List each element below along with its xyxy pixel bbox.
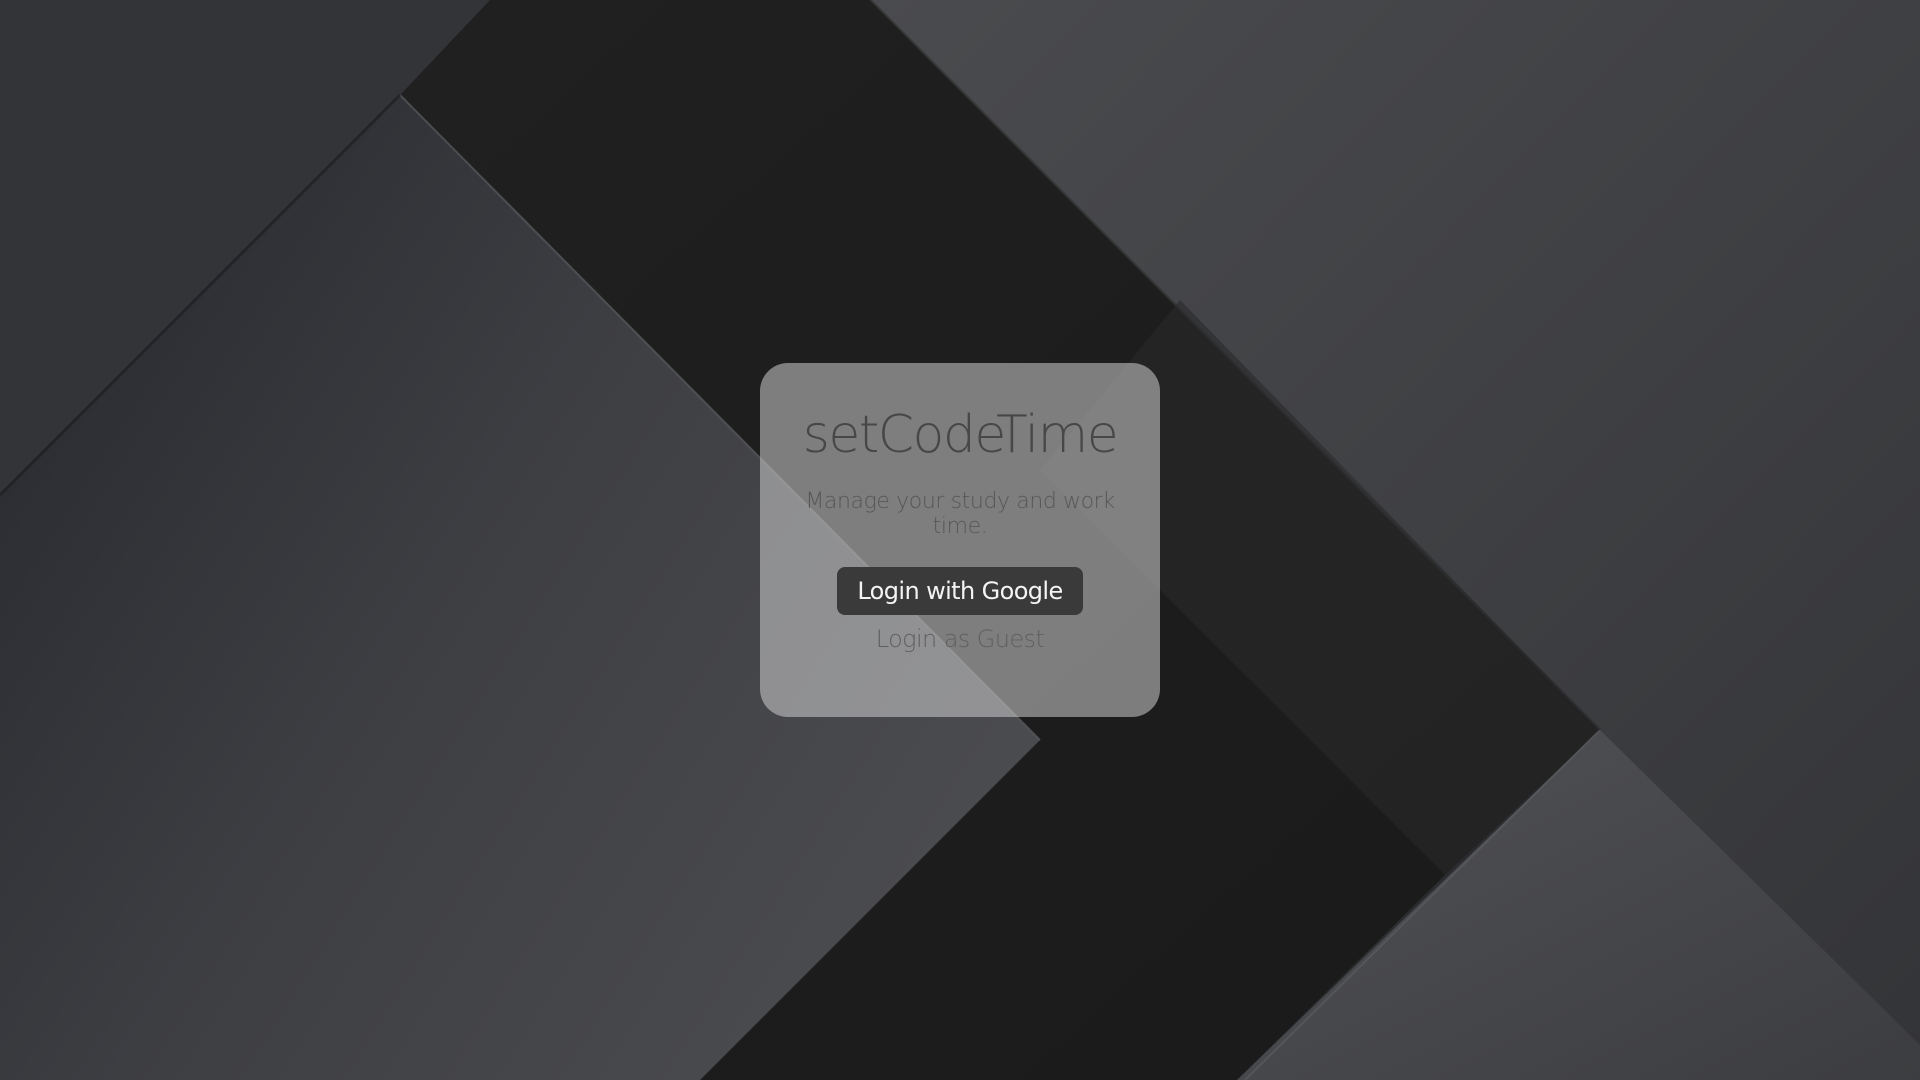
app-subtitle: Manage your study and work time. <box>805 489 1115 539</box>
app-title: setCodeTime <box>802 405 1119 465</box>
login-as-guest-link[interactable]: Login as Guest <box>760 625 1160 653</box>
login-with-google-button[interactable]: Login with Google <box>837 567 1083 615</box>
login-card: setCodeTime Manage your study and work t… <box>760 363 1160 717</box>
